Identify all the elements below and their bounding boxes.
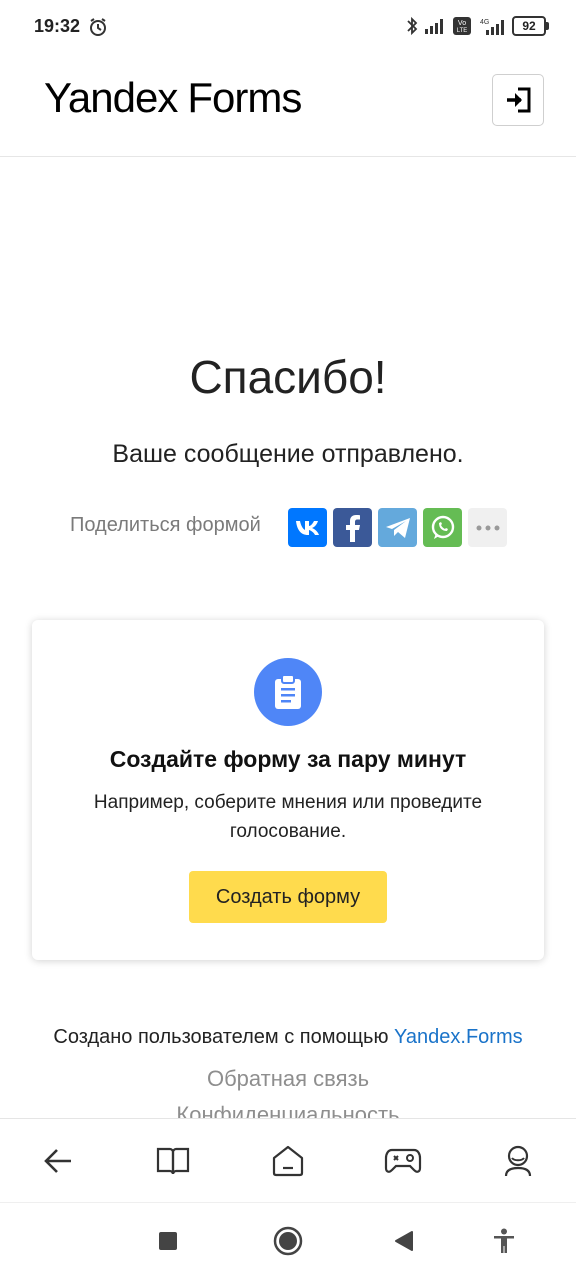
status-bar: 19:32 Vo LTE 4G 92 (0, 0, 576, 56)
profile-icon (505, 1145, 532, 1177)
header-divider (0, 156, 576, 157)
card-description: Например, соберите мнения или проведите … (93, 792, 483, 842)
4g-signal-icon: 4G (480, 19, 504, 35)
games-button[interactable] (375, 1133, 431, 1189)
svg-text:4G: 4G (480, 19, 489, 26)
book-icon (156, 1147, 189, 1175)
share-more-button[interactable] (468, 508, 507, 547)
create-form-card: Создайте форму за пару минут Например, с… (32, 620, 544, 960)
recent-apps-icon (159, 1232, 177, 1250)
status-icons: Vo LTE 4G 92 (406, 16, 549, 36)
back-triangle-icon (395, 1231, 413, 1251)
vk-icon (295, 520, 319, 535)
logo-yandex: Yandex (44, 74, 178, 121)
share-buttons (288, 508, 507, 547)
browser-toolbar (0, 1118, 576, 1203)
accessibility-button[interactable] (486, 1223, 522, 1259)
home-button[interactable] (260, 1133, 316, 1189)
system-home-button[interactable] (270, 1223, 306, 1259)
system-nav-bar (0, 1202, 576, 1281)
back-button[interactable] (30, 1133, 86, 1189)
login-button[interactable] (492, 74, 544, 126)
system-back-button[interactable] (386, 1223, 422, 1259)
signal-icon (425, 19, 443, 34)
volte-icon: Vo LTE (453, 17, 471, 35)
clipboard-icon (254, 658, 322, 726)
share-facebook-button[interactable] (333, 508, 372, 547)
back-icon (43, 1149, 71, 1173)
yandex-forms-link[interactable]: Yandex.Forms (394, 1026, 523, 1048)
more-icon (476, 525, 499, 530)
share-telegram-button[interactable] (378, 508, 417, 547)
share-vk-button[interactable] (288, 508, 327, 547)
card-title: Создайте форму за пару минут (109, 746, 467, 772)
battery-icon: 92 (512, 16, 549, 36)
svg-text:Vo: Vo (458, 20, 466, 27)
created-prefix: Создано пользователем с помощью (53, 1026, 389, 1048)
create-form-button[interactable]: Создать форму (189, 871, 387, 923)
gamepad-icon (385, 1148, 422, 1173)
created-with: Создано пользователем с помощью Yandex.F… (0, 1026, 576, 1049)
bluetooth-icon (407, 16, 418, 36)
recent-apps-button[interactable] (150, 1223, 186, 1259)
whatsapp-icon (431, 515, 454, 539)
yandex-forms-logo[interactable]: Yandex Forms (44, 74, 302, 122)
logo-forms: Forms (187, 74, 302, 121)
login-icon (507, 87, 531, 113)
svg-text:LTE: LTE (457, 28, 468, 34)
accessibility-icon (494, 1228, 514, 1253)
status-time: 19:32 (34, 16, 81, 36)
page-title: Спасибо! (189, 351, 387, 403)
share-whatsapp-button[interactable] (423, 508, 462, 547)
confirmation-message: Ваше сообщение отправлено. (112, 440, 464, 468)
home-icon (272, 1145, 304, 1177)
share-label: Поделиться формой (70, 514, 261, 536)
bookmarks-button[interactable] (145, 1133, 201, 1189)
home-circle-icon (273, 1226, 303, 1256)
telegram-icon (385, 517, 410, 538)
facebook-icon (345, 514, 360, 542)
feedback-link[interactable]: Обратная связь (0, 1066, 576, 1092)
alarm-icon (90, 18, 106, 36)
profile-button[interactable] (490, 1133, 546, 1189)
